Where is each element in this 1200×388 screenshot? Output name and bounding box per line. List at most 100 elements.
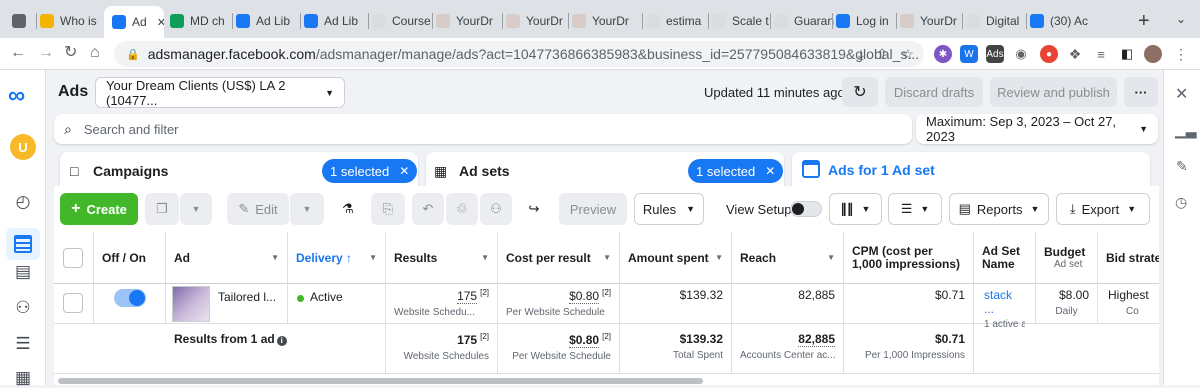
columns-dropdown[interactable]: ∥∥ ▼ xyxy=(829,193,882,225)
extension-badge-icon[interactable]: W xyxy=(960,45,978,63)
share-icon[interactable]: ⇧ xyxy=(876,46,888,63)
browser-tab[interactable]: (30) Ac xyxy=(1030,8,1110,34)
extensions-puzzle-icon[interactable]: ❖ xyxy=(1066,45,1084,63)
browser-tab[interactable]: Digital xyxy=(966,8,1026,34)
browser-tab[interactable]: Guaran xyxy=(774,8,834,34)
refresh-button[interactable]: ↻ xyxy=(842,77,878,107)
address-bar[interactable]: 🔒 adsmanager.facebook.com/adsmanager/man… xyxy=(114,41,924,67)
adset-name-link[interactable]: stack ... xyxy=(984,288,1012,316)
ad-name-link[interactable]: Tailored l... xyxy=(218,290,276,304)
browser-tab[interactable]: MD ch xyxy=(170,8,232,34)
preview-button[interactable]: Preview xyxy=(559,193,627,225)
home-icon[interactable]: ⌂ xyxy=(90,45,100,61)
col-header-bid-strategy[interactable]: Bid strate xyxy=(1098,232,1159,284)
close-tab-icon[interactable]: ✕ xyxy=(157,16,164,29)
col-header-delivery[interactable]: Delivery ↑ ▼ xyxy=(288,232,386,284)
pencil-edit-icon[interactable]: ✎ xyxy=(1176,158,1188,175)
adsets-selected-pill[interactable]: 1 selected ✕ xyxy=(688,159,784,183)
horizontal-scrollbar[interactable] xyxy=(58,378,703,384)
date-range-picker[interactable]: Maximum: Sep 3, 2023 – Oct 27, 2023 ▼ xyxy=(916,114,1158,144)
extension-pokeball-icon[interactable]: ● xyxy=(1040,45,1058,63)
ad-name-cell[interactable]: Tailored l... xyxy=(166,284,288,324)
col-header-amount-spent[interactable]: Amount spent ▼ xyxy=(620,232,732,284)
undo-button[interactable]: ↶ xyxy=(412,193,444,225)
browser-tab[interactable]: YourDr xyxy=(506,8,568,34)
export-dropdown[interactable]: ⤓ Export ▼ xyxy=(1056,193,1150,225)
bookmark-star-icon[interactable]: ☆ xyxy=(901,46,914,63)
browser-tab[interactable]: Scale t xyxy=(712,8,772,34)
reports-icon[interactable]: ▦ xyxy=(13,368,33,388)
more-options-button[interactable]: ··· xyxy=(1124,77,1158,107)
charts-bar-icon[interactable]: ▁▃ xyxy=(1175,122,1197,139)
audiences-icon[interactable]: ⚇ xyxy=(13,298,33,318)
col-header-adset-name[interactable]: Ad Set Name xyxy=(974,232,1036,284)
browser-tab[interactable]: YourDr xyxy=(900,8,962,34)
ab-test-button[interactable]: ⚗ xyxy=(332,193,364,225)
browser-tab[interactable]: Course xyxy=(372,8,432,34)
browser-tab[interactable]: Ad ✕ xyxy=(104,6,164,38)
col-header-reach[interactable]: Reach ▼ xyxy=(732,232,844,284)
close-panel-icon[interactable]: ✕ xyxy=(1175,84,1188,104)
col-header-cost-per-result[interactable]: Cost per result ▼ xyxy=(498,232,620,284)
info-icon[interactable]: i xyxy=(276,336,287,346)
ad-thumbnail[interactable] xyxy=(172,286,210,322)
col-header-budget[interactable]: Budget Ad set xyxy=(1036,232,1098,284)
pages-icon[interactable]: ▤ xyxy=(13,262,33,282)
media-control-icon[interactable]: ≡ xyxy=(1092,45,1110,63)
reload-icon[interactable]: ↻ xyxy=(64,45,77,61)
browser-menu-icon[interactable]: ⋮ xyxy=(1172,45,1190,63)
browser-tab[interactable]: Log in xyxy=(836,8,898,34)
col-header-cpm[interactable]: CPM (cost per 1,000 impressions) xyxy=(844,232,974,284)
ad-on-off-toggle[interactable] xyxy=(114,289,146,307)
create-button[interactable]: + Create xyxy=(60,193,138,225)
dashboard-gauge-icon[interactable]: ◴ xyxy=(13,192,33,212)
col-header-ad[interactable]: Ad ▼ xyxy=(166,232,288,284)
extension-gear-icon[interactable]: ✱ xyxy=(934,45,952,63)
browser-tab[interactable]: YourDr xyxy=(572,8,642,34)
browser-tab[interactable]: estima xyxy=(646,8,708,34)
side-panel-icon[interactable]: ◧ xyxy=(1118,45,1136,63)
reports-dropdown[interactable]: ▤ Reports ▼ xyxy=(949,193,1049,225)
discard-drafts-button[interactable]: Discard drafts xyxy=(885,77,983,107)
search-filter-bar[interactable]: ⌕ Search and filter xyxy=(54,114,912,144)
edit-dropdown[interactable]: ▼ xyxy=(290,193,324,225)
tab-search-icon[interactable]: ⌄ xyxy=(1176,12,1186,26)
audience-button[interactable]: ⚇ xyxy=(480,193,512,225)
campaigns-selected-pill[interactable]: 1 selected ✕ xyxy=(322,159,418,183)
browser-tab[interactable]: YourDr xyxy=(436,8,502,34)
delete-button[interactable]: ♲ xyxy=(446,193,478,225)
browser-tab[interactable]: Ad Lib xyxy=(236,8,300,34)
history-clock-icon[interactable]: ◷ xyxy=(1175,194,1187,211)
profile-avatar[interactable] xyxy=(1144,45,1162,63)
clipboard-button[interactable]: ⎘ xyxy=(371,193,405,225)
col-header-onoff[interactable]: Off / On xyxy=(94,232,166,284)
select-all-checkbox[interactable] xyxy=(63,248,83,268)
extension-ads-icon[interactable]: Ads xyxy=(986,45,1004,63)
extension-eye-icon[interactable]: ◉ xyxy=(1012,45,1030,63)
meta-logo-icon[interactable]: ∞ xyxy=(8,84,25,108)
budget-value[interactable]: $8.00 xyxy=(1059,288,1089,302)
browser-tab[interactable]: Who is xyxy=(40,8,100,34)
account-avatar[interactable]: U xyxy=(10,134,36,160)
share-ad-button[interactable]: ↪ xyxy=(518,193,550,225)
back-icon[interactable]: ← xyxy=(10,45,26,61)
row-checkbox[interactable] xyxy=(63,293,83,313)
col-header-results[interactable]: Results ▼ xyxy=(386,232,498,284)
forward-icon[interactable]: → xyxy=(38,45,54,61)
clear-selection-icon[interactable]: ✕ xyxy=(765,164,775,178)
browser-tab[interactable]: Ad Lib xyxy=(304,8,368,34)
install-icon[interactable]: ⤓ xyxy=(858,46,864,63)
search-input[interactable]: Search and filter xyxy=(84,122,179,137)
new-tab-button[interactable]: + xyxy=(1138,10,1150,33)
clear-selection-icon[interactable]: ✕ xyxy=(399,164,409,178)
breakdown-dropdown[interactable]: ☰ ▼ xyxy=(888,193,942,225)
view-setup-toggle[interactable] xyxy=(790,201,822,217)
review-publish-button[interactable]: Review and publish xyxy=(990,77,1117,107)
rules-dropdown[interactable]: Rules ▼ xyxy=(634,193,704,225)
ad-account-selector[interactable]: Your Dream Clients (US$) LA 2 (10477... … xyxy=(95,77,345,108)
results-value[interactable]: 175 xyxy=(457,289,478,304)
ads-manager-nav-active[interactable] xyxy=(6,228,40,260)
edit-button[interactable]: ✎ Edit xyxy=(227,193,289,225)
billing-stack-icon[interactable]: ☰ xyxy=(13,334,33,354)
duplicate-dropdown[interactable]: ▼ xyxy=(180,193,212,225)
